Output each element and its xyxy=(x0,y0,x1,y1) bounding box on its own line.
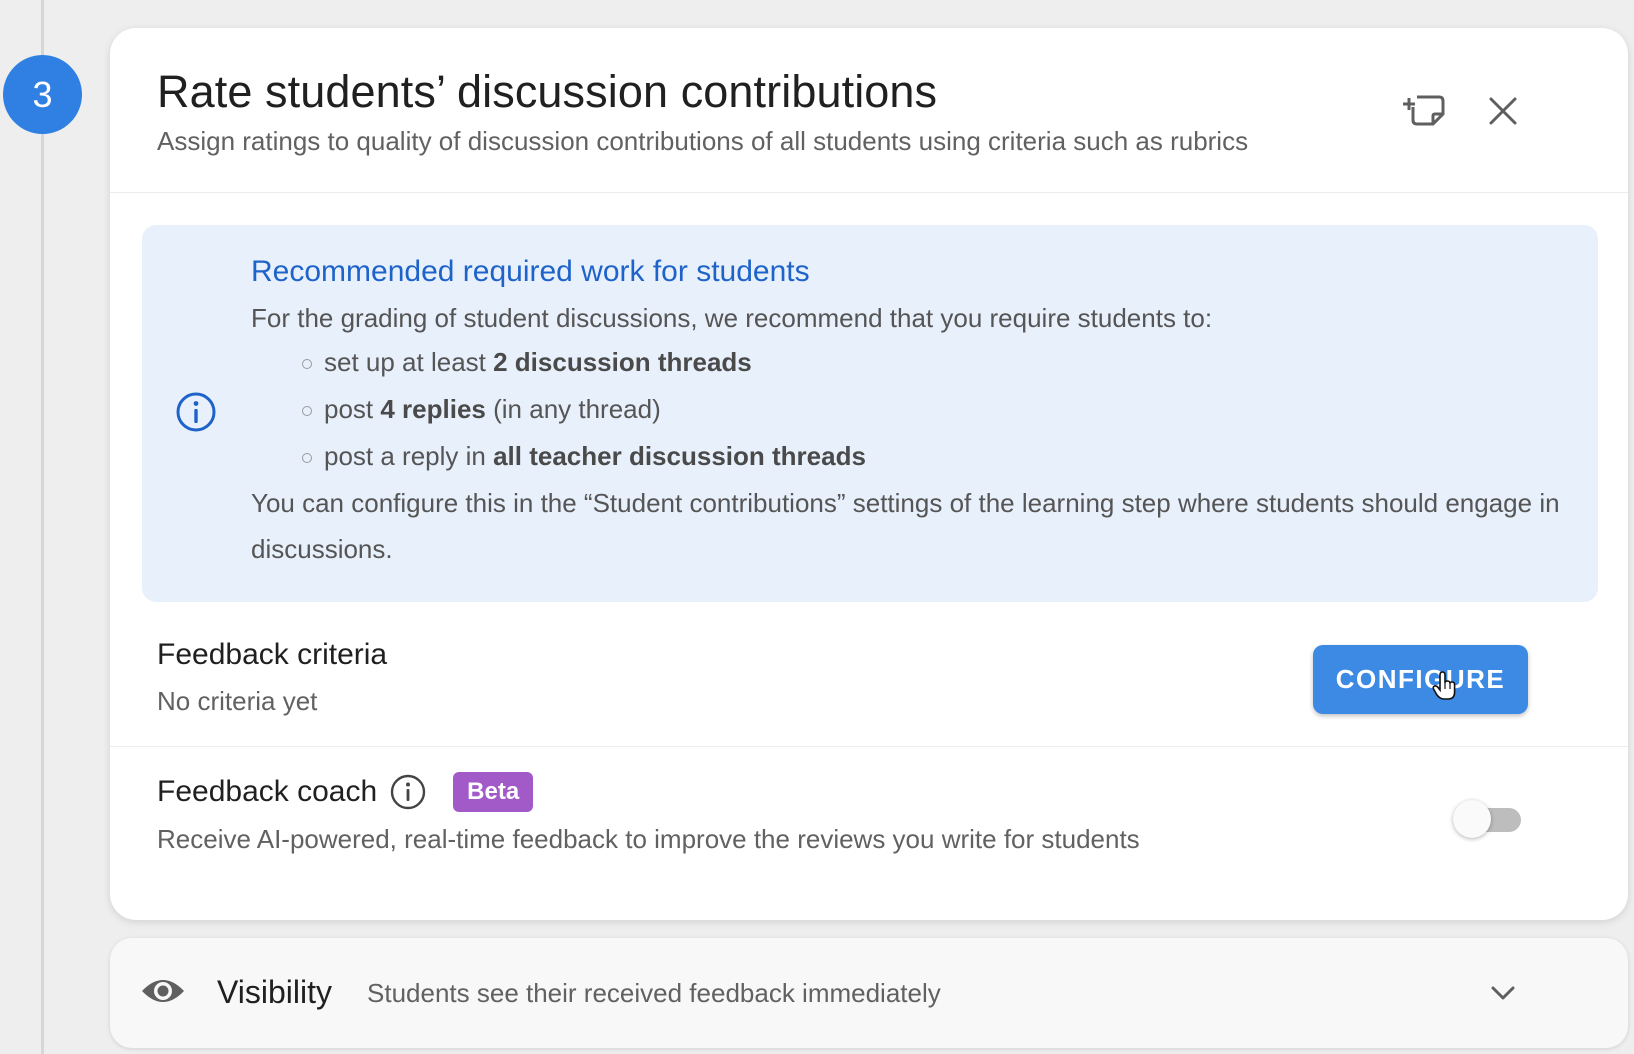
list-item: set up at least 2 discussion threads xyxy=(302,346,866,393)
step-card: Rate students’ discussion contributions … xyxy=(110,28,1628,920)
timeline-line xyxy=(41,0,44,1054)
visibility-panel[interactable]: Visibility Students see their received f… xyxy=(110,938,1628,1048)
list-item: post 4 replies (in any thread) xyxy=(302,393,866,440)
feedback-coach-toggle[interactable] xyxy=(1453,798,1523,838)
eye-icon xyxy=(142,980,184,1002)
feedback-coach-description: Receive AI-powered, real-time feedback t… xyxy=(157,824,1140,854)
feedback-criteria-title: Feedback criteria xyxy=(157,638,388,671)
configure-button[interactable]: CONFIGURE xyxy=(1313,645,1528,714)
recommendation-outro: You can configure this in the “Student c… xyxy=(251,488,1560,564)
card-subtitle: Assign ratings to quality of discussion … xyxy=(157,126,1249,156)
beta-badge: Beta xyxy=(453,772,534,812)
feedback-criteria-section: Feedback criteria No criteria yet xyxy=(157,638,387,717)
hand-cursor-icon xyxy=(1432,671,1456,700)
step-number-badge: 3 xyxy=(3,55,82,134)
toggle-thumb xyxy=(1453,800,1491,838)
feedback-coach-title: Feedback coach xyxy=(157,775,378,808)
info-icon xyxy=(176,392,216,432)
info-icon[interactable] xyxy=(389,773,427,811)
feedback-coach-header: Feedback coach Beta xyxy=(157,772,534,812)
visibility-value: Students see their received feedback imm… xyxy=(367,978,941,1008)
recommendation-title: Recommended required work for students xyxy=(251,255,810,288)
section-divider xyxy=(110,746,1628,747)
close-icon[interactable] xyxy=(1478,86,1528,136)
card-title: Rate students’ discussion contributions xyxy=(157,66,938,117)
chevron-down-icon[interactable] xyxy=(1485,975,1521,1011)
recommendation-box: Recommended required work for students F… xyxy=(142,225,1598,602)
recommendation-list: set up at least 2 discussion threads pos… xyxy=(302,346,866,487)
recommendation-intro: For the grading of student discussions, … xyxy=(251,303,1213,333)
add-to-library-icon[interactable] xyxy=(1400,86,1450,136)
card-header: Rate students’ discussion contributions … xyxy=(110,28,1628,193)
feedback-criteria-status: No criteria yet xyxy=(157,686,318,716)
visibility-label: Visibility xyxy=(217,974,332,1010)
